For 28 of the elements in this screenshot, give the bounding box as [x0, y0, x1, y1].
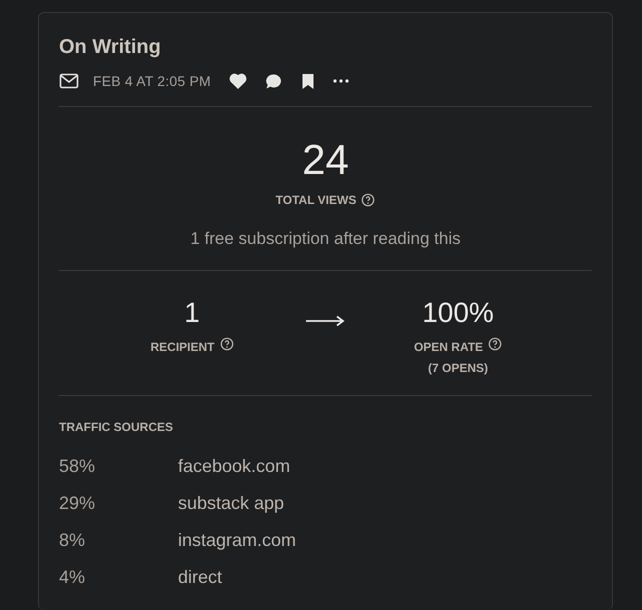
traffic-source: instagram.com — [178, 528, 296, 552]
traffic-share: 29% — [59, 492, 96, 514]
subscription-note: 1 free subscription after reading this — [190, 228, 461, 250]
stat-label: OPEN RATE — [414, 338, 484, 354]
stat-value: 1 — [184, 296, 200, 328]
help-icon[interactable] — [488, 336, 502, 350]
traffic-share: 58% — [59, 454, 96, 478]
total-views-label: TOTAL VIEWS — [276, 192, 356, 209]
help-icon[interactable] — [220, 336, 234, 350]
envelope-icon[interactable] — [59, 73, 79, 89]
comment-icon[interactable] — [264, 72, 283, 90]
traffic-source: substack app — [178, 492, 284, 515]
help-icon[interactable] — [361, 193, 376, 207]
traffic-share: 4% — [59, 566, 86, 588]
heart-icon[interactable] — [228, 73, 247, 89]
post-title: On Writing — [59, 35, 162, 59]
more-icon[interactable] — [332, 79, 349, 83]
traffic-source: facebook.com — [178, 454, 290, 478]
traffic-source: direct — [178, 566, 222, 588]
section-heading: TRAFFIC SOURCES — [59, 418, 174, 436]
stat-value: 100% — [422, 296, 494, 328]
arrow-icon — [305, 314, 345, 326]
stat-subtext: (7 OPENS) — [428, 360, 488, 376]
stat-label: RECIPIENT — [150, 338, 214, 354]
bookmark-icon[interactable] — [300, 72, 315, 90]
post-date: FEB 4 AT 2:05 PM — [93, 72, 211, 90]
total-views-value: 24 — [302, 137, 349, 183]
traffic-share: 8% — [59, 528, 86, 552]
